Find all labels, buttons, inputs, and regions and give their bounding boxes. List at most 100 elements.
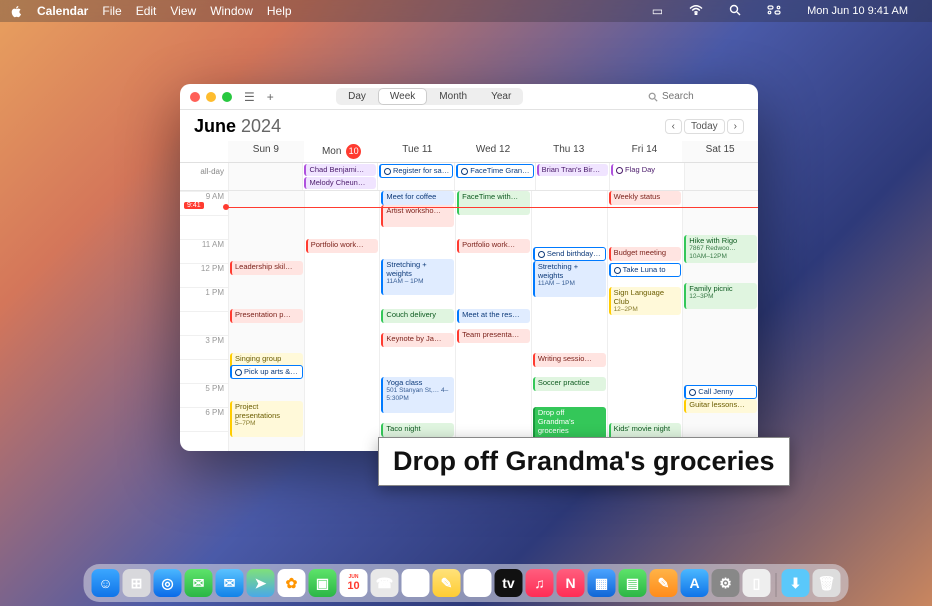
menubar-app-name[interactable]: Calendar <box>37 4 88 18</box>
calendar-event[interactable]: Portfolio work… <box>457 239 530 253</box>
search-field[interactable] <box>648 91 748 102</box>
dock-app-finder[interactable]: ☺ <box>92 569 120 597</box>
dock-app-notes[interactable]: ✎ <box>433 569 461 597</box>
clock[interactable]: Mon Jun 10 9:41 AM <box>807 5 908 17</box>
calendar-event[interactable]: Stretching + weights11AM – 1PM <box>533 261 606 297</box>
calendar-event[interactable]: Hike with Rigo7867 Redwoo… 10AM–12PM <box>684 235 757 263</box>
calendar-event[interactable]: Yoga class501 Stanyan St,… 4–5:30PM <box>381 377 454 413</box>
day-header-sat: Sat 15 <box>682 141 758 162</box>
battery-icon[interactable]: ▭ <box>652 4 663 18</box>
day-column[interactable]: Meet for coffeeArtist worksho… Stretching… <box>379 191 455 451</box>
dock-app-downloads[interactable]: ⬇ <box>782 569 810 597</box>
allday-event[interactable]: Flag Day <box>611 164 682 176</box>
day-column[interactable]: Portfolio work… <box>304 191 380 451</box>
day-column[interactable]: Hike with Rigo7867 Redwoo… 10AM–12PM Fami… <box>682 191 758 451</box>
calendar-event[interactable]: Project presentations5–7PM <box>230 401 303 437</box>
dock-app-pages[interactable]: ✎ <box>650 569 678 597</box>
dock-app-photos[interactable]: ✿ <box>278 569 306 597</box>
calendar-event[interactable]: Budget meeting <box>609 247 682 261</box>
calendar-event[interactable]: FaceTime with… <box>457 191 530 215</box>
dock-app-iphone[interactable]: ▯ <box>743 569 771 597</box>
dock-app-reminders[interactable]: ☰ <box>402 569 430 597</box>
calendar-event[interactable]: Pick up arts &… <box>230 365 303 379</box>
allday-event[interactable]: FaceTime Gran… <box>456 164 533 178</box>
menu-edit[interactable]: Edit <box>136 4 157 18</box>
dock-app-trash[interactable]: 🗑 <box>813 569 841 597</box>
event-title: Stretching + weights <box>386 260 426 278</box>
calendar-event[interactable]: Guitar lessons… <box>684 399 757 413</box>
today-button[interactable]: Today <box>684 119 725 134</box>
event-title: Portfolio work… <box>462 240 515 249</box>
event-title: Call Jenny <box>698 387 733 396</box>
menu-view[interactable]: View <box>170 4 196 18</box>
calendar-event[interactable]: Portfolio work… <box>306 239 379 253</box>
menu-file[interactable]: File <box>102 4 121 18</box>
calendar-event[interactable]: Weekly status <box>609 191 682 205</box>
day-column[interactable]: Weekly status Budget meeting Take Luna to … <box>607 191 683 451</box>
dock-app-news[interactable]: N <box>557 569 585 597</box>
view-day[interactable]: Day <box>336 88 378 105</box>
calendar-event[interactable]: Couch delivery <box>381 309 454 323</box>
view-month[interactable]: Month <box>427 88 479 105</box>
calendar-event[interactable]: Meet at the res… <box>457 309 530 323</box>
calendar-event[interactable]: Sign Language Club12–2PM <box>609 287 682 315</box>
menu-window[interactable]: Window <box>210 4 253 18</box>
view-week[interactable]: Week <box>378 88 427 105</box>
day-column[interactable]: FaceTime with… Portfolio work… Meet at the… <box>455 191 531 451</box>
calendar-event[interactable]: Writing sessio… <box>533 353 606 367</box>
add-event-icon[interactable]: + <box>267 90 274 104</box>
event-title: Pick up arts &… <box>244 367 298 376</box>
calendar-event[interactable]: Taco night <box>381 423 454 437</box>
view-year[interactable]: Year <box>479 88 523 105</box>
day-column[interactable]: Leadership skil…Presentation p…Singing g… <box>228 191 304 451</box>
allday-event[interactable]: Register for sa… <box>379 164 453 178</box>
dock-app-music[interactable]: ♫ <box>526 569 554 597</box>
menu-help[interactable]: Help <box>267 4 292 18</box>
dock-app-calendar[interactable]: JUN10 <box>340 569 368 597</box>
zoom-button[interactable] <box>222 92 232 102</box>
calendar-event[interactable]: Soccer practice <box>533 377 606 391</box>
dock-app-facetime[interactable]: ▣ <box>309 569 337 597</box>
dock-app-settings[interactable]: ⚙ <box>712 569 740 597</box>
calendar-event[interactable]: Meet for coffee <box>381 191 454 205</box>
dock-app-messages[interactable]: ✉ <box>185 569 213 597</box>
dock-app-launchpad[interactable]: ⊞ <box>123 569 151 597</box>
spotlight-icon[interactable] <box>729 4 741 19</box>
control-center-icon[interactable] <box>767 4 781 18</box>
calendar-event[interactable]: Team presenta… <box>457 329 530 343</box>
calendar-event[interactable]: Call Jenny <box>684 385 757 399</box>
calendars-toggle-icon[interactable]: ☰ <box>244 90 255 104</box>
dock-app-contacts[interactable]: ☎ <box>371 569 399 597</box>
calendar-event[interactable]: Stretching + weights11AM – 1PM <box>381 259 454 295</box>
next-week-button[interactable]: › <box>727 119 744 134</box>
day-column[interactable]: Send birthday…Stretching + weights11AM –… <box>531 191 607 451</box>
calendar-event[interactable]: Artist worksho… <box>381 205 454 227</box>
dock-app-maps[interactable]: ➤ <box>247 569 275 597</box>
calendar-event[interactable]: Presentation p… <box>230 309 303 323</box>
dock-app-tv[interactable]: tv <box>495 569 523 597</box>
prev-week-button[interactable]: ‹ <box>665 119 682 134</box>
allday-event[interactable]: Brian Tran's Bir… <box>537 164 608 176</box>
dock-app-mail[interactable]: ✉ <box>216 569 244 597</box>
search-input[interactable] <box>662 91 732 102</box>
apple-logo-icon <box>10 5 23 18</box>
dock-app-numbers[interactable]: ▤ <box>619 569 647 597</box>
dock-app-appstore[interactable]: A <box>681 569 709 597</box>
calendar-event[interactable]: Take Luna to th… <box>609 263 682 277</box>
event-title: Weekly status <box>614 192 661 201</box>
calendar-event[interactable]: Keynote by Ja… <box>381 333 454 347</box>
calendar-event[interactable]: Leadership skil… <box>230 261 303 275</box>
wifi-icon[interactable] <box>689 4 703 18</box>
allday-event[interactable]: Melody Cheun… <box>304 177 375 189</box>
allday-event[interactable]: Chad Benjami… <box>304 164 375 176</box>
minimize-button[interactable] <box>206 92 216 102</box>
time-grid[interactable]: 9:41 9 AM11 AM12 PM1 PM3 PM5 PM6 PMLeade… <box>180 191 758 451</box>
dock-app-safari[interactable]: ◎ <box>154 569 182 597</box>
month-label: June <box>194 116 236 136</box>
dock-app-keynote[interactable]: ▦ <box>588 569 616 597</box>
close-button[interactable] <box>190 92 200 102</box>
dock-app-freeform[interactable]: ✦ <box>464 569 492 597</box>
calendar-event[interactable]: Family picnic12–3PM <box>684 283 757 309</box>
calendar-event[interactable]: Send birthday… <box>533 247 606 261</box>
event-title: Family picnic <box>689 284 732 293</box>
